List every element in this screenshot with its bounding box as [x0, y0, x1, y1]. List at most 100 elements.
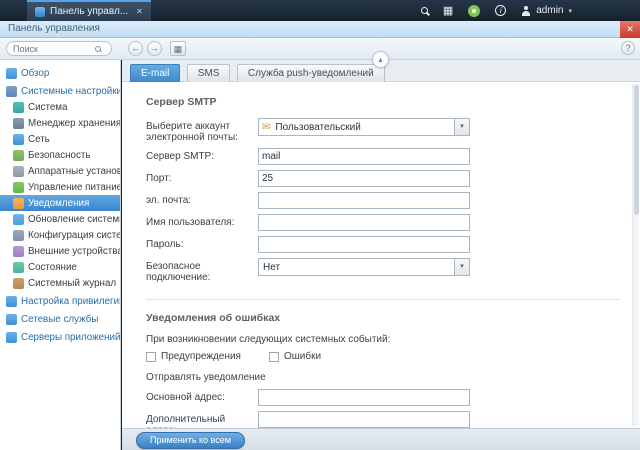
secondary-address-input[interactable] — [258, 411, 470, 428]
taskbar-tab-control-panel[interactable]: Панель управл... ✕ — [27, 0, 151, 21]
smtp-server-label: Сервер SMTP: — [146, 151, 215, 162]
secondary-address-row: Дополнительный адрес: — [146, 411, 640, 428]
sidebar-item-system[interactable]: Система — [0, 99, 120, 115]
sidebar-item-network-services[interactable]: Сетевые службы — [0, 311, 120, 327]
screen: Панель управл... ✕ ▦ i admin ▾ Панель уп… — [0, 0, 640, 450]
gear-icon — [6, 85, 17, 97]
notifications-icon[interactable] — [468, 4, 481, 17]
log-icon — [13, 277, 24, 289]
monitor-icon — [13, 101, 24, 113]
user-icon — [521, 5, 531, 16]
email-account-select[interactable]: ✉ Пользовательский ▾ — [258, 118, 470, 136]
sidebar-item-status[interactable]: Состояние — [0, 259, 120, 275]
secure-connection-label: Безопасное подключение: — [146, 261, 211, 283]
collapse-panel-button[interactable]: ▴ — [372, 51, 389, 68]
shield-icon — [13, 149, 24, 161]
tab-push-service[interactable]: Служба push-уведомлений — [236, 64, 385, 82]
sidebar-item-system-config[interactable]: Конфигурация системы — [0, 227, 120, 243]
username-input[interactable] — [258, 214, 470, 231]
email-account-row: Выберите аккаунт электронной почты: ✉ По… — [146, 118, 640, 143]
system-events-label: При возникновении следующих системных со… — [146, 334, 391, 345]
chevron-down-icon: ▾ — [568, 7, 572, 15]
secure-connection-select[interactable]: Нет ▾ — [258, 258, 470, 276]
bell-icon — [13, 197, 24, 209]
user-group-icon — [6, 295, 17, 307]
taskbar-right-icons: ▦ i admin ▾ — [420, 4, 640, 17]
search-input[interactable] — [13, 43, 95, 54]
main-panel: ▴ E-mail SMS Служба push-уведомлений Сер… — [122, 51, 640, 428]
primary-address-row: Основной адрес: — [146, 389, 640, 406]
password-input[interactable] — [258, 236, 470, 253]
sidebar-item-app-servers[interactable]: Серверы приложений — [0, 329, 120, 345]
sidebar-search[interactable] — [6, 41, 112, 56]
mail-icon: ✉ — [262, 121, 271, 133]
port-label: Порт: — [146, 173, 172, 184]
sidebar-item-storage-manager[interactable]: Менеджер хранения — [0, 115, 120, 131]
sidebar-item-overview[interactable]: Обзор — [0, 65, 120, 81]
window-close-button[interactable]: ✕ — [620, 21, 640, 38]
control-panel-icon — [35, 6, 45, 17]
tab-sms[interactable]: SMS — [186, 64, 231, 82]
errors-checkbox[interactable] — [268, 351, 279, 362]
config-gear-icon — [13, 229, 24, 241]
info-icon[interactable]: i — [495, 5, 507, 16]
sidebar-item-network[interactable]: Сеть — [0, 131, 120, 147]
forward-button[interactable]: → — [147, 41, 162, 56]
menu-grid-button[interactable]: ▦ — [170, 41, 186, 56]
sidebar-item-external-devices[interactable]: Внешние устройства — [0, 243, 120, 259]
primary-address-input[interactable] — [258, 389, 470, 406]
overview-icon — [6, 67, 17, 79]
update-arrows-icon — [13, 213, 24, 225]
magnifier-glyph — [420, 7, 428, 14]
chart-icon — [13, 261, 24, 273]
sidebar-item-system-settings[interactable]: Системные настройки — [0, 83, 120, 99]
sidebar-item-system-logs[interactable]: Системный журнал — [0, 275, 120, 291]
background-tasks-icon[interactable]: ▦ — [443, 5, 453, 17]
vertical-scrollbar[interactable] — [632, 84, 639, 426]
sidebar-item-privilege-settings[interactable]: Настройка привилегий — [0, 293, 120, 309]
server-icon — [6, 331, 17, 343]
email-account-value: Пользовательский — [275, 121, 361, 133]
email-address-input[interactable] — [258, 192, 470, 209]
window-title: Панель управления — [0, 21, 640, 38]
password-label: Пароль: — [146, 239, 184, 250]
section-divider — [146, 299, 620, 300]
nav-buttons: ← → — [128, 41, 162, 56]
smtp-server-input[interactable] — [258, 148, 470, 165]
disk-icon — [13, 117, 24, 129]
sidebar-item-notifications[interactable]: Уведомления — [0, 195, 120, 211]
help-button[interactable]: ? — [621, 41, 635, 55]
apply-to-all-button[interactable]: Применить ко всем — [136, 432, 245, 449]
scrollbar-thumb[interactable] — [634, 85, 639, 215]
warnings-checkbox[interactable] — [146, 351, 156, 362]
top-taskbar: Панель управл... ✕ ▦ i admin ▾ — [0, 0, 640, 21]
search-icon[interactable] — [420, 7, 428, 14]
email-address-label: эл. почта: — [146, 195, 192, 206]
window-toolbar: ← → ▦ ? — [0, 38, 640, 60]
user-menu[interactable]: admin ▾ — [521, 5, 572, 16]
secondary-address-label: Дополнительный адрес: — [146, 414, 226, 428]
dropdown-arrow-icon[interactable]: ▾ — [454, 259, 469, 275]
email-address-row: эл. почта: — [146, 192, 640, 209]
sidebar-item-hardware[interactable]: Аппаратные установки — [0, 163, 120, 179]
port-row: Порт: — [146, 170, 640, 187]
globe-icon — [13, 133, 24, 145]
smtp-server-row: Сервер SMTP: — [146, 148, 640, 165]
errors-checkbox-label: Ошибки — [283, 351, 322, 362]
dropdown-arrow-icon[interactable]: ▾ — [454, 119, 469, 135]
tab-email[interactable]: E-mail — [130, 64, 181, 82]
port-input[interactable] — [258, 170, 470, 187]
tab-close-icon[interactable]: ✕ — [136, 7, 143, 16]
power-icon — [13, 181, 24, 193]
usb-icon — [13, 245, 24, 257]
back-button[interactable]: ← — [128, 41, 143, 56]
username-label: admin — [536, 5, 564, 16]
wrench-icon — [13, 165, 24, 177]
sidebar-item-power[interactable]: Управление питанием — [0, 179, 120, 195]
sidebar-item-security[interactable]: Безопасность — [0, 147, 120, 163]
primary-address-label: Основной адрес: — [146, 392, 225, 403]
username-row: Имя пользователя: — [146, 214, 640, 231]
warnings-checkbox-label: Предупреждения — [161, 351, 241, 362]
sidebar-item-firmware-update[interactable]: Обновление системы — [0, 211, 120, 227]
email-settings-content: Сервер SMTP Выберите аккаунт электронной… — [122, 82, 640, 428]
